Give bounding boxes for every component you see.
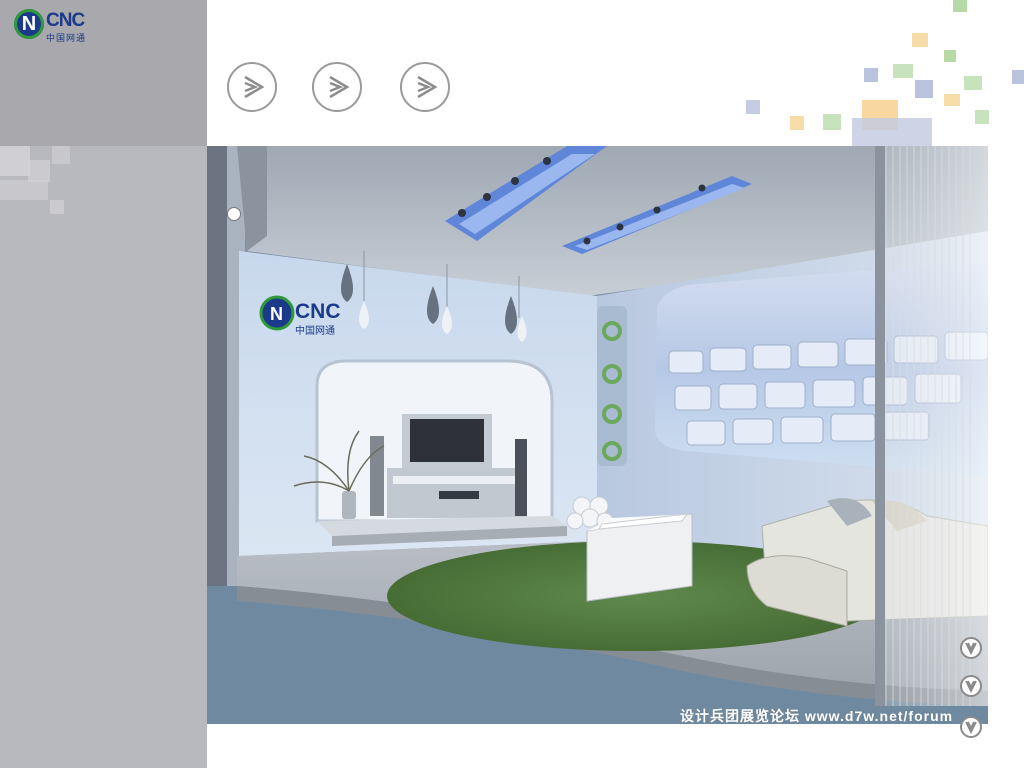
decor-pixel [790,116,804,130]
cnc-logo[interactable]: N CNC 中国网通 [14,9,104,43]
decor-pixel [964,76,982,90]
showroom-render: N CNC 中国网通 [207,146,988,724]
decor-pixel [852,118,932,148]
nav-button-3[interactable] [400,62,450,112]
decor-pixel [893,64,913,78]
down-button-2[interactable] [960,675,982,697]
wall-logo-letter: N [270,304,283,324]
decor-pixel [0,180,48,200]
decor-pixel [823,114,841,130]
decor-pixel [944,94,960,106]
decor-pixel [944,50,956,62]
chevron-down-icon [965,680,977,694]
left-side-panel [0,146,207,768]
decor-pixel [50,200,64,214]
chevron-right-icon [417,75,438,99]
decor-pixel [1012,70,1024,84]
down-button-3[interactable] [960,716,982,738]
chevron-right-icon [329,75,350,99]
watermark-text: 设计兵团展览论坛 www.d7w.net/forum [680,708,954,724]
logo-mark-icon: N [14,9,44,39]
down-button-1[interactable] [960,637,982,659]
decor-pixel [864,68,878,82]
decor-pixel [912,33,928,47]
chevron-down-icon [965,721,977,735]
chevron-right-icon [244,75,265,99]
nav-button-1[interactable] [227,62,277,112]
decor-pixel [746,100,760,114]
decor-pixel [915,80,933,98]
wall-logo-subtitle: 中国网通 [295,324,335,337]
wall-logo-text: CNC [295,300,341,323]
decor-pixel [953,0,967,12]
decor-pixel [0,146,30,176]
logo-subtitle: 中国网通 [46,33,87,43]
decor-pixel [28,160,50,182]
logo-text: CNC [46,10,85,31]
nav-button-2[interactable] [312,62,362,112]
decor-pixel [975,110,989,124]
decor-pixel [52,146,70,164]
chevron-down-icon [965,642,977,656]
scene-marker-button[interactable] [227,207,241,221]
